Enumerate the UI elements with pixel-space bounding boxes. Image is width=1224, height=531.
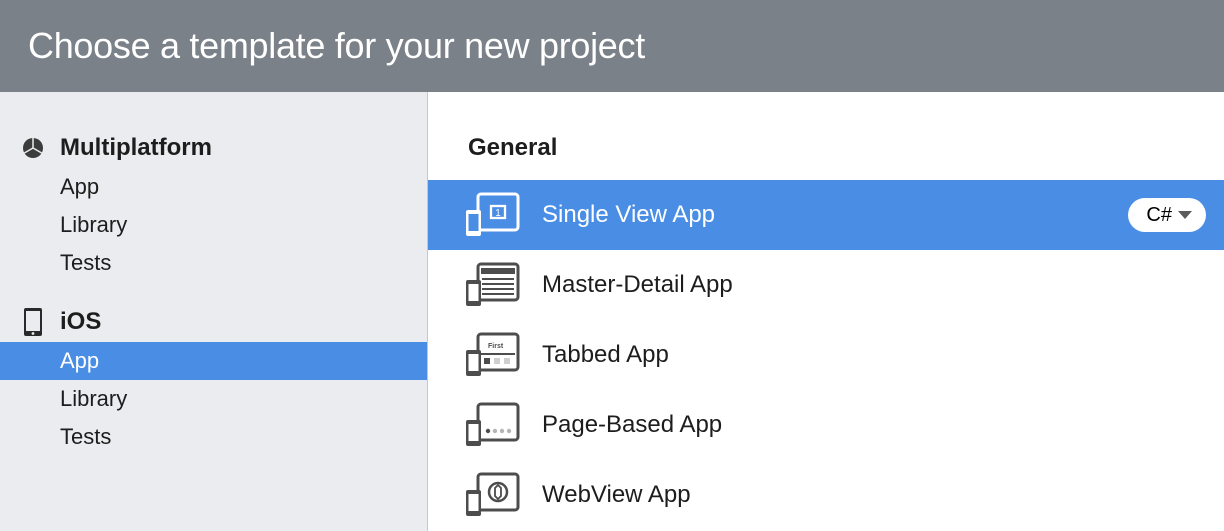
sidebar: Multiplatform App Library Tests — [0, 92, 428, 531]
sidebar-section-multiplatform: Multiplatform App Library Tests — [0, 128, 427, 282]
sidebar-item-ios-app[interactable]: App — [0, 342, 427, 380]
template-label: Single View App — [542, 201, 1128, 229]
single-view-app-icon: 1 — [464, 192, 520, 238]
sidebar-item-label: App — [60, 174, 99, 199]
template-single-view-app[interactable]: 1 Single View App C# — [428, 180, 1224, 250]
sidebar-item-label: Library — [60, 386, 127, 411]
sidebar-section-header: iOS — [0, 302, 427, 342]
template-master-detail-app[interactable]: Master-Detail App — [428, 250, 1224, 320]
sidebar-section-title: iOS — [60, 308, 101, 336]
header-title: Choose a template for your new project — [28, 25, 645, 67]
main-section-title: General — [428, 128, 1224, 180]
sidebar-item-label: Tests — [60, 424, 111, 449]
multiplatform-icon — [20, 135, 46, 161]
sidebar-item-multiplatform-app[interactable]: App — [0, 168, 427, 206]
webview-app-icon — [464, 472, 520, 518]
sidebar-item-ios-tests[interactable]: Tests — [0, 418, 427, 456]
template-label: Master-Detail App — [542, 271, 1206, 299]
template-page-based-app[interactable]: Page-Based App — [428, 390, 1224, 460]
sidebar-section-header: Multiplatform — [0, 128, 427, 168]
language-label: C# — [1146, 204, 1172, 227]
ios-icon — [20, 309, 46, 335]
template-tabbed-app[interactable]: First Tabbed App — [428, 320, 1224, 390]
caret-down-icon — [1178, 211, 1192, 219]
svg-text:1: 1 — [495, 208, 501, 219]
header: Choose a template for your new project — [0, 0, 1224, 92]
sidebar-item-ios-library[interactable]: Library — [0, 380, 427, 418]
master-detail-app-icon — [464, 262, 520, 308]
content: Multiplatform App Library Tests — [0, 92, 1224, 531]
template-label: Page-Based App — [542, 411, 1206, 439]
language-selector[interactable]: C# — [1128, 198, 1206, 232]
svg-text:First: First — [488, 343, 504, 350]
sidebar-item-multiplatform-library[interactable]: Library — [0, 206, 427, 244]
tabbed-app-icon: First — [464, 332, 520, 378]
page-based-app-icon — [464, 402, 520, 448]
template-label: WebView App — [542, 481, 1206, 509]
sidebar-section-title: Multiplatform — [60, 134, 212, 162]
main: General 1 Single View App C# — [428, 92, 1224, 531]
sidebar-item-label: Library — [60, 212, 127, 237]
template-label: Tabbed App — [542, 341, 1206, 369]
sidebar-item-multiplatform-tests[interactable]: Tests — [0, 244, 427, 282]
template-webview-app[interactable]: WebView App — [428, 460, 1224, 530]
sidebar-item-label: App — [60, 348, 99, 373]
sidebar-section-ios: iOS App Library Tests — [0, 302, 427, 456]
sidebar-item-label: Tests — [60, 250, 111, 275]
